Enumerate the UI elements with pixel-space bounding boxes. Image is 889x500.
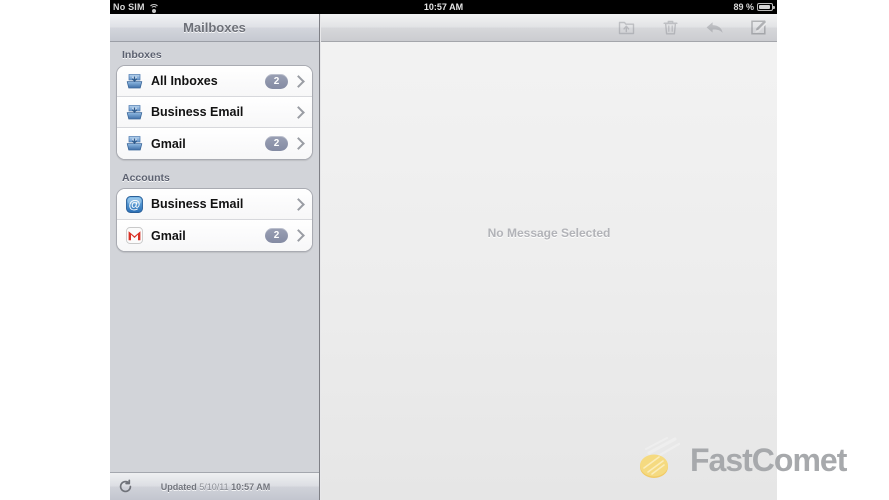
refresh-button[interactable] xyxy=(110,479,140,494)
status-bar-clock: 10:57 AM xyxy=(423,2,464,12)
updated-time: 10:57 AM xyxy=(231,481,271,492)
fastcomet-watermark: FastComet xyxy=(637,437,847,483)
sidebar-item-gmail-account[interactable]: Gmail 2 xyxy=(117,220,312,251)
sidebar-item-label: Business Email xyxy=(151,105,244,119)
folder-move-icon xyxy=(618,21,634,35)
chevron-right-icon xyxy=(292,197,305,211)
comet-icon xyxy=(640,437,681,478)
sidebar-item-gmail-inbox[interactable]: Gmail 2 xyxy=(117,128,312,159)
reply-button[interactable] xyxy=(703,17,725,39)
inboxes-group: All Inboxes 2 Business Email Gmail 2 xyxy=(116,65,313,160)
sidebar-item-business-email-inbox[interactable]: Business Email xyxy=(117,97,312,128)
delete-button[interactable] xyxy=(659,17,681,39)
mailboxes-sidebar: Mailboxes Inboxes All Inboxes 2 Business… xyxy=(110,14,320,500)
sidebar-bottom-toolbar: Updated 5/10/11 10:57 AM xyxy=(110,472,319,500)
compose-pencil-icon xyxy=(750,20,767,35)
sidebar-item-label: Business Email xyxy=(151,197,244,211)
page-title: Mailboxes xyxy=(183,20,246,35)
sidebar-item-label: All Inboxes xyxy=(151,74,218,88)
battery-icon xyxy=(757,3,775,11)
sidebar-item-label: Gmail xyxy=(151,228,186,243)
chevron-right-icon xyxy=(292,229,305,242)
group-header-accounts: Accounts xyxy=(122,172,170,184)
detail-toolbar xyxy=(321,14,777,42)
empty-state-message: No Message Selected xyxy=(487,226,611,240)
chevron-right-icon xyxy=(292,137,305,150)
group-header-inboxes: Inboxes xyxy=(122,49,162,61)
at-sign-account-icon: @ xyxy=(125,195,144,214)
chevron-right-icon xyxy=(292,74,305,88)
sidebar-item-label: Gmail xyxy=(151,136,186,151)
battery-percent-label: 89 % xyxy=(733,2,754,12)
status-bar: No SIM 10:57 AM 89 % xyxy=(110,0,777,14)
chevron-right-icon xyxy=(292,105,305,119)
sidebar-item-all-inboxes[interactable]: All Inboxes 2 xyxy=(117,66,312,97)
updated-date: 5/10/11 xyxy=(199,481,229,492)
sidebar-item-business-email-account[interactable]: @ Business Email xyxy=(117,189,312,220)
unread-badge: 2 xyxy=(265,136,288,151)
ipad-screen: No SIM 10:57 AM 89 % Mailboxes Inboxes A… xyxy=(110,0,777,500)
inbox-tray-icon xyxy=(125,72,144,91)
sidebar-navbar: Mailboxes xyxy=(110,14,319,42)
status-bar-right: 89 % xyxy=(733,0,775,14)
reply-arrow-icon xyxy=(706,22,723,33)
refresh-icon xyxy=(119,479,131,493)
unread-badge: 2 xyxy=(265,228,288,243)
gmail-m-icon xyxy=(125,226,144,245)
sidebar-list[interactable]: Inboxes All Inboxes 2 Business Email Gma… xyxy=(110,42,319,472)
unread-badge: 2 xyxy=(265,73,288,89)
svg-text:@: @ xyxy=(129,197,141,211)
split-view: Mailboxes Inboxes All Inboxes 2 Business… xyxy=(110,14,777,500)
accounts-group: @ Business Email Gmail 2 xyxy=(116,188,313,252)
fastcomet-wordmark: FastComet xyxy=(690,442,847,478)
compose-button[interactable] xyxy=(747,17,769,39)
trash-icon xyxy=(662,20,678,35)
inbox-tray-icon xyxy=(125,103,144,122)
inbox-tray-icon xyxy=(125,134,144,153)
last-updated-status: Updated 5/10/11 10:57 AM xyxy=(140,482,319,492)
message-detail-pane: No Message Selected xyxy=(321,14,777,500)
updated-label: Updated xyxy=(160,481,197,492)
move-to-folder-button[interactable] xyxy=(615,17,637,39)
